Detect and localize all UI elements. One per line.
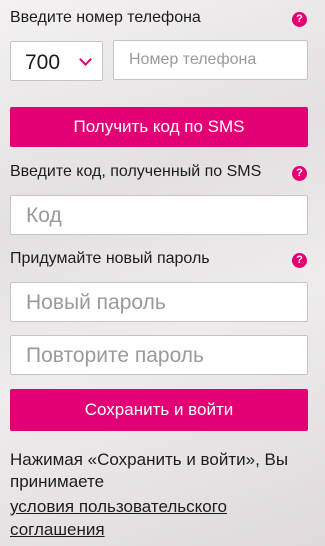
repeat-password-input[interactable]: Повторите пароль (10, 335, 308, 375)
repeat-password-placeholder: Повторите пароль (26, 344, 204, 367)
new-password-input[interactable]: Новый пароль (10, 282, 308, 322)
code-placeholder: Код (26, 204, 62, 227)
code-input[interactable]: Код (10, 195, 308, 235)
phone-help-icon[interactable]: ? (292, 12, 307, 27)
code-help-icon[interactable]: ? (292, 166, 307, 181)
agreement-text-line2: принимаете (10, 472, 105, 491)
chevron-down-icon (79, 53, 92, 66)
phone-label: Введите номер телефона (10, 9, 201, 26)
phone-placeholder: Номер телефона (129, 51, 257, 68)
agreement-link-line2[interactable]: соглашения (10, 518, 105, 541)
agreement-text-line1: Нажимая «Сохранить и войти», Вы (10, 450, 289, 469)
phone-input[interactable]: Номер телефона (113, 40, 308, 80)
code-label: Введите код, полученный по SMS (10, 163, 262, 180)
save-and-login-button[interactable]: Сохранить и войти (10, 389, 308, 431)
new-password-placeholder: Новый пароль (26, 291, 166, 314)
country-code-select[interactable]: 700 (10, 41, 103, 81)
get-sms-code-button[interactable]: Получить код по SMS (10, 107, 308, 147)
country-code-value: 700 (25, 51, 61, 74)
agreement-link-line1[interactable]: условия пользовательского (10, 495, 227, 518)
password-label: Придумайте новый пароль (10, 250, 210, 267)
password-help-icon[interactable]: ? (292, 253, 307, 268)
